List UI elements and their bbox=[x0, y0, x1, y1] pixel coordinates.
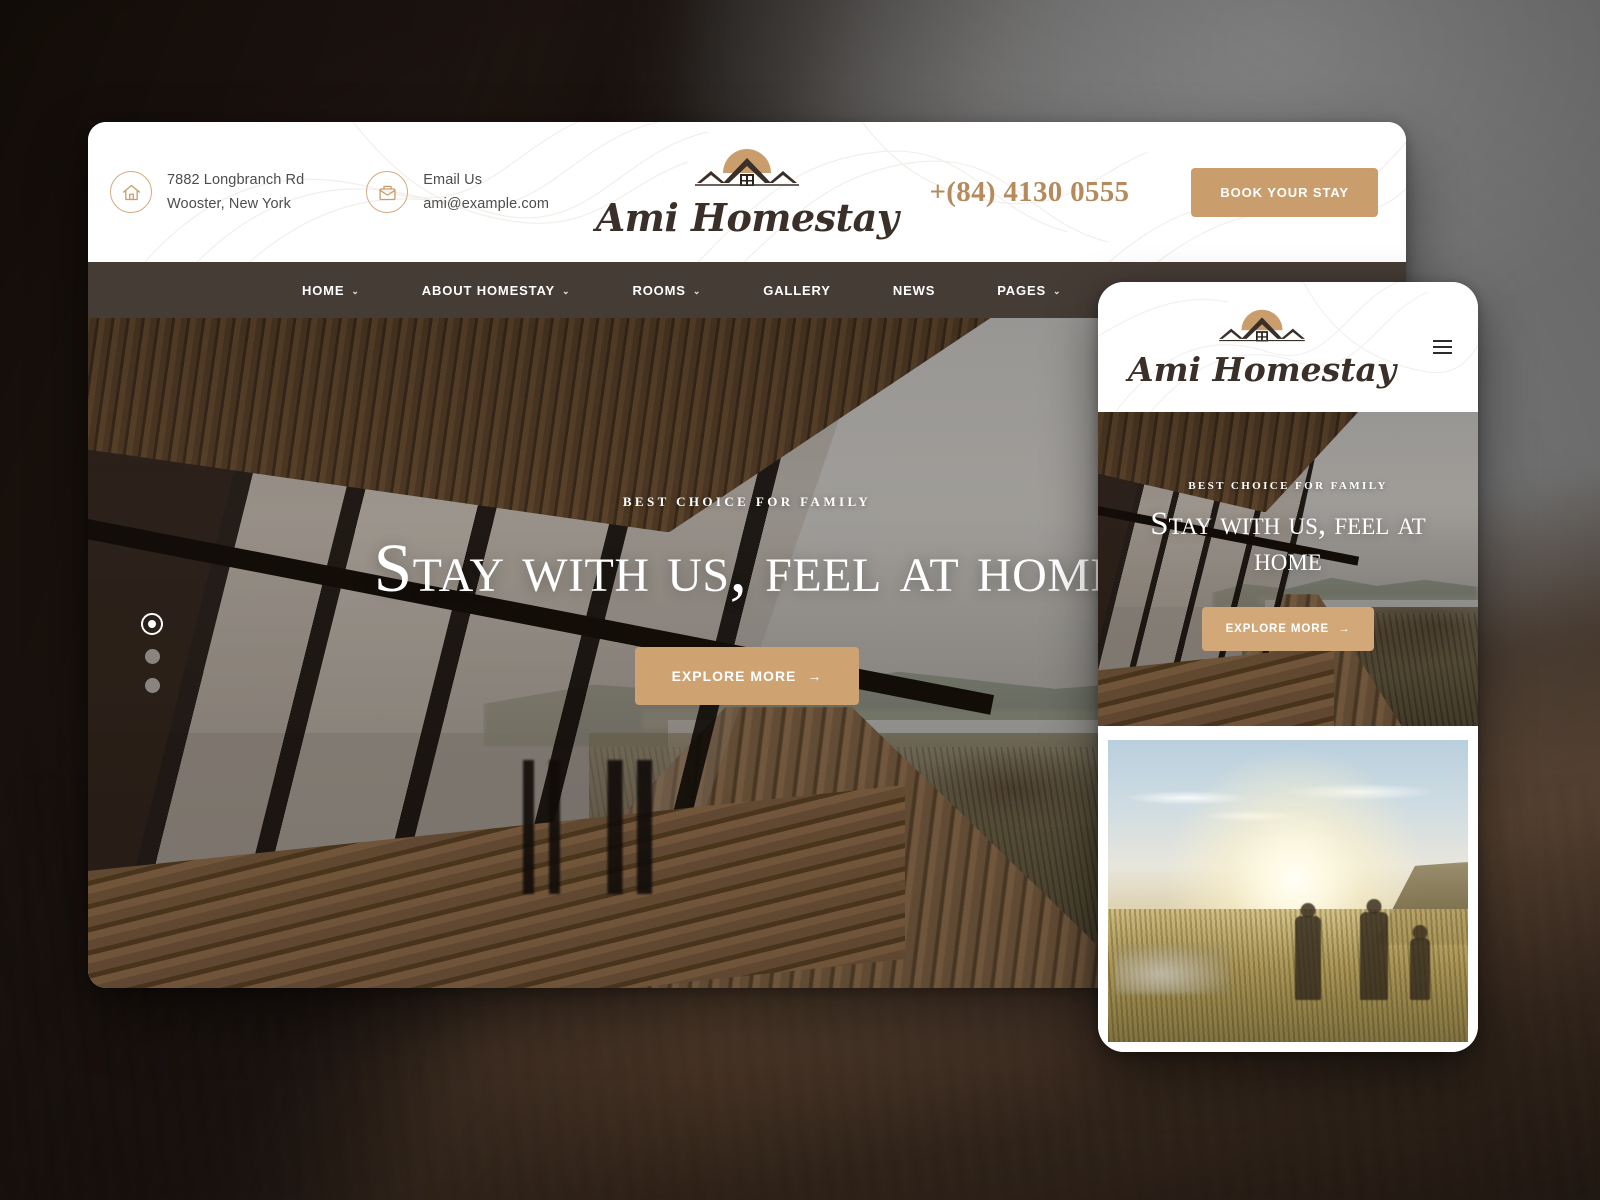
nav-item-pages[interactable]: PAGES ⌄ bbox=[966, 283, 1092, 298]
mobile-explore-more-label: EXPLORE MORE bbox=[1225, 622, 1330, 635]
nav-item-gallery[interactable]: GALLERY bbox=[732, 283, 862, 298]
screenshot-stage: 7882 Longbranch Rd Wooster, New York Ema… bbox=[0, 0, 1600, 1200]
chevron-down-icon: ⌄ bbox=[692, 285, 702, 296]
arrow-right-icon: → bbox=[1338, 622, 1351, 635]
mobile-explore-more-button[interactable]: EXPLORE MORE → bbox=[1201, 606, 1375, 651]
nav-item-about-homestay[interactable]: ABOUT HOMESTAY ⌄ bbox=[391, 283, 602, 298]
nav-label: ROOMS bbox=[632, 282, 686, 298]
home-icon bbox=[110, 171, 152, 213]
mobile-hero-content: BEST CHOICE FOR FAMILY Stay with us, fee… bbox=[1098, 480, 1478, 651]
homestay-roof-logo-icon bbox=[1219, 309, 1305, 342]
email-info: Email Us ami@example.com bbox=[366, 171, 549, 213]
nav-label: ABOUT HOMESTAY bbox=[421, 282, 556, 298]
address-info: 7882 Longbranch Rd Wooster, New York bbox=[110, 171, 304, 213]
mobile-gallery-section bbox=[1098, 726, 1478, 1052]
book-your-stay-button[interactable]: BOOK YOUR STAY bbox=[1191, 167, 1378, 217]
mobile-site-logo[interactable]: Ami Homestay bbox=[1128, 308, 1396, 386]
family-hiking-photo bbox=[1108, 740, 1468, 1042]
nav-label: HOME bbox=[301, 282, 345, 298]
mobile-hero-eyebrow: BEST CHOICE FOR FAMILY bbox=[1188, 480, 1388, 492]
explore-more-label: EXPLORE MORE bbox=[671, 668, 797, 685]
address-line-1: 7882 Longbranch Rd bbox=[167, 172, 305, 189]
nav-item-home[interactable]: HOME ⌄ bbox=[271, 283, 391, 298]
nav-label: NEWS bbox=[892, 282, 936, 298]
nav-item-news[interactable]: NEWS bbox=[862, 283, 966, 298]
nav-label: PAGES bbox=[997, 282, 1047, 298]
address-line-2: Wooster, New York bbox=[167, 195, 291, 212]
chevron-down-icon: ⌄ bbox=[351, 285, 360, 296]
brand-wordmark: Ami Homestay bbox=[595, 195, 899, 240]
envelope-icon bbox=[366, 171, 409, 213]
mobile-hero-title: Stay with us, feel at home bbox=[1150, 506, 1426, 579]
arrow-right-icon: → bbox=[807, 668, 823, 685]
chevron-down-icon: ⌄ bbox=[1053, 285, 1062, 296]
phone-number[interactable]: +(84) 4130 0555 bbox=[929, 176, 1129, 209]
mobile-header: Ami Homestay bbox=[1098, 282, 1478, 412]
email-address[interactable]: ami@example.com bbox=[423, 195, 549, 213]
nav-item-rooms[interactable]: ROOMS ⌄ bbox=[601, 283, 732, 298]
mobile-hero: BEST CHOICE FOR FAMILY Stay with us, fee… bbox=[1098, 412, 1478, 726]
site-logo[interactable]: Ami Homestay bbox=[596, 147, 899, 237]
mobile-brand-wordmark: Ami Homestay bbox=[1128, 350, 1397, 389]
explore-more-button[interactable]: EXPLORE MORE → bbox=[634, 647, 860, 706]
hamburger-menu-icon[interactable] bbox=[1433, 340, 1452, 354]
email-label: Email Us bbox=[423, 172, 483, 189]
chevron-down-icon: ⌄ bbox=[562, 285, 571, 296]
mobile-mockup: Ami Homestay BEST CHOICE FOR FAMILY Stay… bbox=[1098, 282, 1478, 1052]
nav-label: GALLERY bbox=[763, 282, 831, 298]
site-topbar: 7882 Longbranch Rd Wooster, New York Ema… bbox=[88, 122, 1406, 262]
